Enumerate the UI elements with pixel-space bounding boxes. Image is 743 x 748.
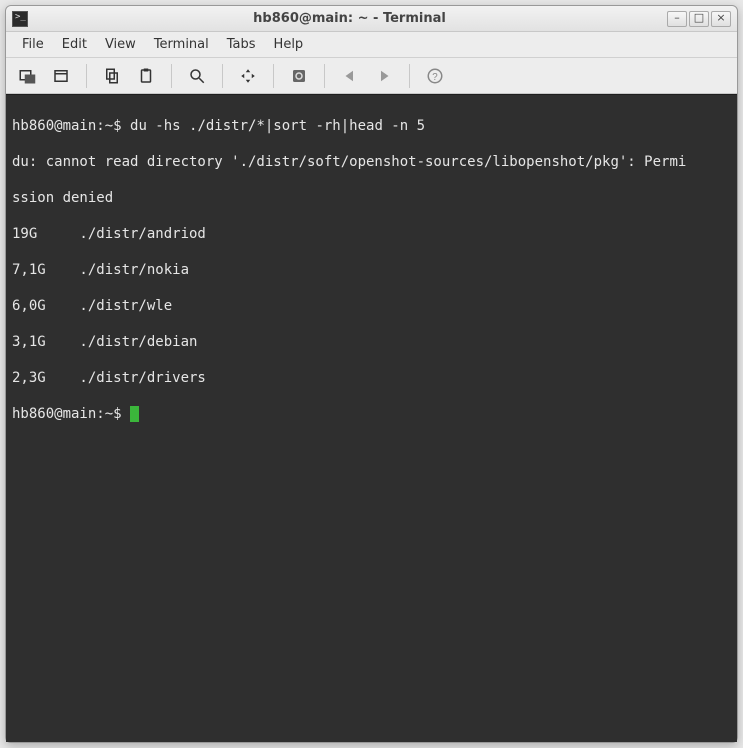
fullscreen-icon[interactable] <box>233 62 263 90</box>
window-title: hb860@main: ~ - Terminal <box>32 11 667 26</box>
terminal-window: hb860@main: ~ - Terminal – □ × File Edit… <box>5 5 738 743</box>
terminal-output-row: 2,3G ./distr/drivers <box>12 369 731 387</box>
cursor-icon <box>130 406 139 422</box>
menu-terminal[interactable]: Terminal <box>146 34 217 55</box>
new-window-icon[interactable] <box>46 62 76 90</box>
toolbar-separator <box>409 64 410 88</box>
copy-icon[interactable] <box>97 62 127 90</box>
help-icon[interactable]: ? <box>420 62 450 90</box>
menu-edit[interactable]: Edit <box>54 34 95 55</box>
search-icon[interactable] <box>182 62 212 90</box>
menu-view[interactable]: View <box>97 34 144 55</box>
terminal-line: hb860@main:~$ <box>12 405 731 423</box>
titlebar[interactable]: hb860@main: ~ - Terminal – □ × <box>6 6 737 32</box>
minimize-button[interactable]: – <box>667 11 687 27</box>
new-tab-icon[interactable] <box>12 62 42 90</box>
terminal-error-line: du: cannot read directory './distr/soft/… <box>12 153 731 171</box>
svg-text:?: ? <box>432 71 438 82</box>
menu-help[interactable]: Help <box>266 34 312 55</box>
terminal-line: hb860@main:~$ du -hs ./distr/*|sort -rh|… <box>12 117 731 135</box>
terminal-output[interactable]: hb860@main:~$ du -hs ./distr/*|sort -rh|… <box>6 94 737 742</box>
prompt: hb860@main:~$ <box>12 118 130 134</box>
toolbar-separator <box>273 64 274 88</box>
close-button[interactable]: × <box>711 11 731 27</box>
toolbar-separator <box>324 64 325 88</box>
paste-icon[interactable] <box>131 62 161 90</box>
terminal-output-row: 3,1G ./distr/debian <box>12 333 731 351</box>
command-text: du -hs ./distr/*|sort -rh|head -n 5 <box>130 118 425 134</box>
terminal-app-icon <box>12 11 28 27</box>
terminal-output-row: 19G ./distr/andriod <box>12 225 731 243</box>
menu-tabs[interactable]: Tabs <box>219 34 264 55</box>
menu-file[interactable]: File <box>14 34 52 55</box>
prompt: hb860@main:~$ <box>12 406 130 422</box>
next-icon[interactable] <box>369 62 399 90</box>
toolbar-separator <box>222 64 223 88</box>
toolbar-separator <box>171 64 172 88</box>
toolbar-separator <box>86 64 87 88</box>
preferences-icon[interactable] <box>284 62 314 90</box>
menubar: File Edit View Terminal Tabs Help <box>6 32 737 58</box>
toolbar: ? <box>6 58 737 94</box>
terminal-output-row: 6,0G ./distr/wle <box>12 297 731 315</box>
terminal-error-line: ssion denied <box>12 189 731 207</box>
maximize-button[interactable]: □ <box>689 11 709 27</box>
prev-icon[interactable] <box>335 62 365 90</box>
window-buttons: – □ × <box>667 11 731 27</box>
terminal-output-row: 7,1G ./distr/nokia <box>12 261 731 279</box>
